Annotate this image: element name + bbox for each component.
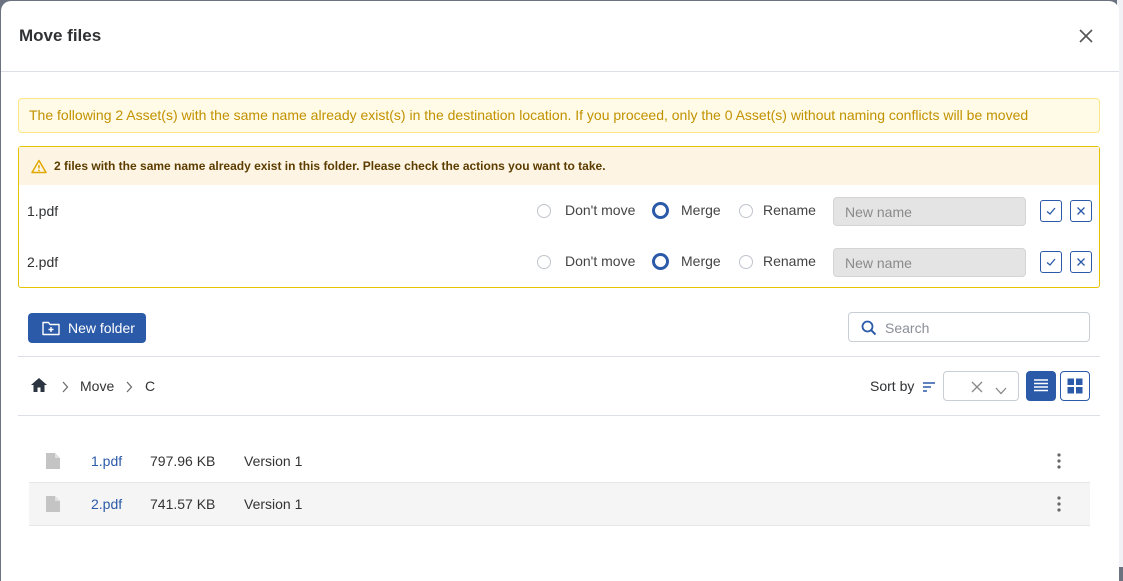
- breadcrumb-item-move[interactable]: Move: [80, 378, 114, 394]
- file-version: Version 1: [244, 453, 303, 469]
- merge-label[interactable]: Merge: [681, 253, 721, 269]
- dont-move-radio[interactable]: [537, 255, 551, 269]
- new-name-input[interactable]: [833, 248, 1026, 277]
- file-name-link[interactable]: 2.pdf: [91, 496, 122, 512]
- more-vertical-icon[interactable]: [1053, 452, 1065, 470]
- sort-lines-icon[interactable]: [922, 380, 936, 398]
- conflict-panel: 2 files with the same name already exist…: [18, 146, 1100, 288]
- rename-label[interactable]: Rename: [763, 202, 816, 218]
- conflict-panel-header: 2 files with the same name already exist…: [19, 147, 1099, 185]
- rename-radio[interactable]: [739, 204, 753, 218]
- merge-label[interactable]: Merge: [681, 202, 721, 218]
- search-input[interactable]: [883, 316, 1085, 340]
- conflict-row: 2.pdf Don't move Merge Rename: [19, 236, 1099, 286]
- confirm-button[interactable]: [1040, 251, 1062, 273]
- list-view-button[interactable]: [1026, 371, 1056, 401]
- file-icon: [45, 452, 61, 475]
- chevron-right-icon: [125, 380, 133, 396]
- close-icon: [1077, 207, 1085, 215]
- chevron-down-icon: [995, 382, 1007, 400]
- dont-move-label[interactable]: Don't move: [565, 253, 635, 269]
- file-version: Version 1: [244, 496, 303, 512]
- new-name-input[interactable]: [833, 197, 1026, 226]
- chevron-right-icon: [61, 380, 69, 396]
- dont-move-label[interactable]: Don't move: [565, 202, 635, 218]
- search-box[interactable]: [848, 312, 1090, 342]
- file-row[interactable]: 2.pdf 741.57 KB Version 1: [29, 483, 1090, 526]
- file-row[interactable]: 1.pdf 797.96 KB Version 1: [29, 440, 1090, 483]
- file-size: 741.57 KB: [150, 496, 216, 512]
- merge-radio[interactable]: [652, 202, 669, 219]
- new-folder-label: New folder: [68, 320, 135, 336]
- file-size: 797.96 KB: [150, 453, 216, 469]
- more-vertical-icon[interactable]: [1053, 495, 1065, 513]
- breadcrumb-item-current: C: [145, 378, 156, 394]
- sort-label: Sort by: [870, 378, 915, 394]
- dialog-header: Move files: [1, 1, 1119, 72]
- home-icon[interactable]: [30, 377, 48, 396]
- close-icon[interactable]: [1077, 27, 1095, 45]
- conflict-panel-message: 2 files with the same name already exist…: [54, 159, 606, 173]
- file-icon: [45, 495, 61, 518]
- sort-select[interactable]: [943, 371, 1019, 401]
- clear-icon[interactable]: [971, 380, 983, 398]
- close-icon: [1077, 258, 1085, 266]
- new-folder-button[interactable]: New folder: [28, 313, 146, 343]
- divider: [18, 415, 1100, 416]
- dont-move-radio[interactable]: [537, 204, 551, 218]
- dialog-title: Move files: [19, 26, 102, 45]
- rename-radio[interactable]: [739, 255, 753, 269]
- conflict-row: 1.pdf Don't move Merge Rename: [19, 185, 1099, 235]
- cancel-button[interactable]: [1070, 200, 1092, 222]
- merge-radio[interactable]: [652, 253, 669, 270]
- cancel-button[interactable]: [1070, 251, 1092, 273]
- file-name-link[interactable]: 1.pdf: [91, 453, 122, 469]
- folder-plus-icon: [42, 321, 60, 336]
- conflict-warning-banner: The following 2 Asset(s) with the same n…: [18, 98, 1100, 133]
- confirm-button[interactable]: [1040, 200, 1062, 222]
- divider: [18, 356, 1100, 357]
- rename-label[interactable]: Rename: [763, 253, 816, 269]
- search-icon: [861, 320, 877, 336]
- list-view-icon: [1034, 379, 1048, 392]
- grid-view-button[interactable]: [1060, 371, 1090, 401]
- conflict-file-name: 2.pdf: [27, 254, 59, 270]
- grid-view-icon: [1067, 378, 1083, 394]
- check-icon: [1046, 258, 1056, 266]
- check-icon: [1046, 207, 1056, 215]
- conflict-file-name: 1.pdf: [27, 203, 59, 219]
- warning-triangle-icon: [31, 159, 47, 174]
